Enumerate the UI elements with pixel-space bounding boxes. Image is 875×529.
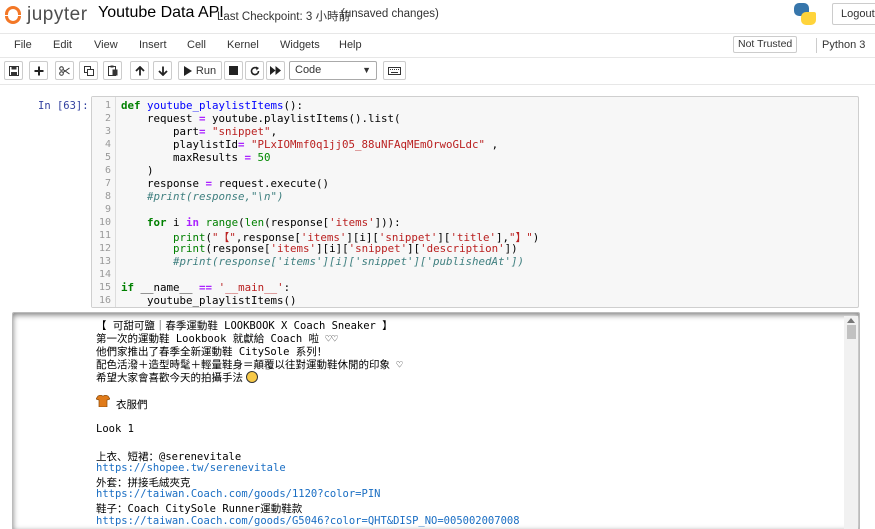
stop-icon [229, 66, 238, 75]
interrupt-button[interactable] [224, 61, 243, 80]
line-number: 6 [104, 165, 111, 176]
arrow-down-icon [157, 66, 168, 76]
line-number: 2 [104, 113, 111, 124]
checkpoint-status: Last Checkpoint: 3 小時前 [217, 11, 350, 23]
menu-cell[interactable]: Cell [187, 39, 206, 51]
line-number: 16 [98, 295, 111, 306]
line-number: 14 [98, 269, 111, 280]
line-number: 12 [98, 243, 111, 254]
code-line[interactable]: #print(response['items'][i]['snippet']['… [121, 255, 524, 268]
code-line[interactable]: ) [121, 164, 154, 177]
code-line[interactable]: youtube_playlistItems() [121, 294, 297, 307]
restart-icon [250, 66, 259, 75]
line-number: 1 [104, 100, 111, 111]
menu-file[interactable]: File [14, 39, 32, 51]
unsaved-status: (unsaved changes) [341, 8, 439, 20]
output-line: Look 1 [96, 422, 134, 435]
scrollbar-thumb[interactable] [847, 325, 856, 339]
code-line[interactable]: for i in range(len(response['items'])): [121, 216, 401, 229]
code-line[interactable]: maxResults = 50 [121, 151, 271, 164]
fast-forward-icon [270, 66, 281, 75]
kernel-separator [816, 38, 817, 53]
cell-type-select[interactable]: Code ▼ [289, 61, 377, 80]
scroll-up-arrow-icon[interactable] [847, 318, 855, 323]
jupyter-logo-icon [5, 6, 21, 24]
scissors-icon [59, 65, 70, 76]
plus-icon [34, 66, 43, 75]
chevron-down-icon: ▼ [362, 65, 371, 75]
menubar: File Edit View Insert Cell Kernel Widget… [0, 33, 875, 58]
line-number: 3 [104, 126, 111, 137]
play-icon [183, 65, 192, 76]
python-logo-icon [794, 3, 816, 25]
notebook-title[interactable]: Youtube Data API [98, 4, 224, 22]
line-number: 4 [104, 139, 111, 150]
run-label: Run [195, 64, 217, 77]
paste-button[interactable] [103, 61, 122, 80]
smile-emoji-icon [246, 371, 258, 384]
jupyter-logo[interactable]: jupyter [5, 4, 88, 26]
restart-run-all-button[interactable] [266, 61, 285, 80]
code-line[interactable]: playlistId= "PLxIOMmf0q1jj05_88uNFAqMEmO… [121, 138, 498, 151]
paste-icon [107, 65, 117, 76]
add-cell-button[interactable] [29, 61, 48, 80]
output-link[interactable]: https://taiwan.Coach.com/goods/1120?colo… [96, 488, 380, 500]
output-scrollbar[interactable] [844, 316, 858, 529]
code-line[interactable]: print(response['items'][i]['snippet']['d… [121, 242, 518, 255]
menu-edit[interactable]: Edit [53, 39, 72, 51]
line-number: 10 [98, 217, 111, 228]
code-line[interactable]: part= "snippet", [121, 125, 277, 138]
code-line[interactable]: def youtube_playlistItems(): [121, 99, 303, 112]
shirt-emoji-icon [96, 395, 110, 407]
logo-text: jupyter [27, 4, 88, 25]
line-number: 13 [98, 256, 111, 267]
arrow-up-icon [134, 65, 145, 75]
move-down-button[interactable] [153, 61, 172, 80]
menu-help[interactable]: Help [339, 39, 362, 51]
move-up-button[interactable] [130, 61, 149, 80]
cell-type-value: Code [295, 64, 322, 76]
menu-view[interactable]: View [94, 39, 118, 51]
command-palette-button[interactable] [383, 61, 406, 80]
run-button[interactable]: Run [178, 61, 222, 80]
menu-insert[interactable]: Insert [139, 39, 167, 51]
restart-button[interactable] [245, 61, 264, 80]
output-line: 希望大家會喜歡今天的拍攝手法 [96, 370, 258, 385]
line-number: 11 [98, 230, 111, 241]
copy-button[interactable] [79, 61, 98, 80]
line-number: 8 [104, 191, 111, 202]
header: jupyter Youtube Data API Last Checkpoint… [0, 0, 875, 32]
code-line[interactable]: #print(response,"\n") [121, 190, 284, 203]
menu-widgets[interactable]: Widgets [280, 39, 320, 51]
input-prompt: In [63]: [38, 100, 89, 112]
menu-kernel[interactable]: Kernel [227, 39, 259, 51]
line-number: 15 [98, 282, 111, 293]
output-link[interactable]: https://taiwan.Coach.com/goods/G5046?col… [96, 515, 520, 527]
output-link[interactable]: https://shopee.tw/serenevitale [96, 462, 286, 474]
code-line[interactable]: request = youtube.playlistItems().list( [121, 112, 401, 125]
cut-button[interactable] [55, 61, 74, 80]
not-trusted-button[interactable]: Not Trusted [733, 36, 798, 53]
kernel-indicator[interactable]: Python 3 [822, 39, 865, 51]
line-number: 5 [104, 152, 111, 163]
copy-icon [83, 65, 94, 76]
toolbar: Run Code ▼ [0, 59, 875, 83]
code-line[interactable]: if __name__ == '__main__': [121, 281, 290, 294]
save-icon [8, 65, 19, 76]
logout-button[interactable]: Logout [832, 3, 875, 25]
output-line: 衣服們 [116, 398, 148, 411]
line-number: 7 [104, 178, 111, 189]
keyboard-icon [388, 66, 401, 75]
line-number: 9 [104, 204, 111, 215]
save-button[interactable] [4, 61, 23, 80]
code-line[interactable]: response = request.execute() [121, 177, 329, 190]
